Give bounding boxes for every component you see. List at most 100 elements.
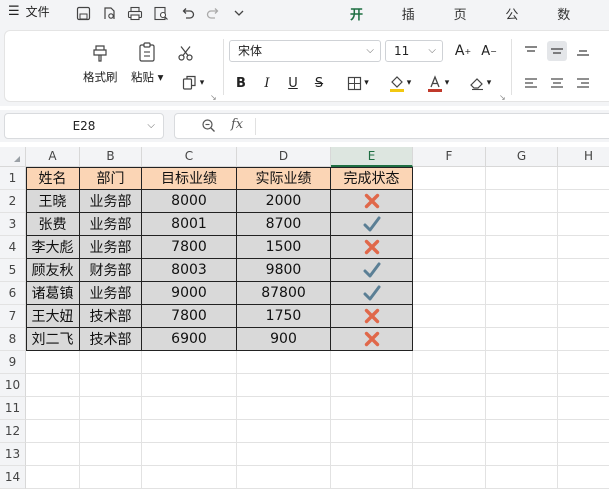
name-cell[interactable]: 李大彪 [26, 236, 80, 259]
empty-cell[interactable] [331, 443, 413, 466]
empty-cell[interactable] [558, 351, 609, 374]
empty-cell[interactable] [331, 351, 413, 374]
name-cell[interactable]: 张费 [26, 213, 80, 236]
empty-cell[interactable] [80, 397, 142, 420]
font-color-button[interactable]: ▾ [423, 73, 453, 93]
column-header-g[interactable]: G [486, 147, 558, 167]
department-cell[interactable]: 财务部 [80, 259, 142, 282]
empty-cell[interactable] [142, 443, 237, 466]
align-top-icon[interactable] [521, 41, 541, 61]
empty-cell[interactable] [26, 397, 80, 420]
bold-button[interactable]: B [231, 73, 251, 93]
status-cell[interactable] [331, 236, 413, 259]
redo-icon[interactable] [204, 4, 222, 22]
empty-cell[interactable] [80, 466, 142, 489]
empty-cell[interactable] [413, 374, 486, 397]
department-cell[interactable]: 业务部 [80, 282, 142, 305]
empty-cell[interactable] [486, 351, 558, 374]
empty-cell[interactable] [26, 443, 80, 466]
empty-cell[interactable] [142, 374, 237, 397]
insert-function-icon[interactable]: fx [231, 117, 243, 132]
department-cell[interactable]: 技术部 [80, 305, 142, 328]
empty-cell[interactable] [558, 328, 609, 351]
empty-cell[interactable] [413, 420, 486, 443]
empty-cell[interactable] [558, 305, 609, 328]
empty-cell[interactable] [413, 443, 486, 466]
status-cell[interactable] [331, 282, 413, 305]
empty-cell[interactable] [558, 397, 609, 420]
empty-cell[interactable] [413, 259, 486, 282]
row-header-8[interactable]: 8 [0, 328, 26, 351]
name-box[interactable]: E28 ⌵ [4, 113, 164, 139]
empty-cell[interactable] [558, 282, 609, 305]
empty-cell[interactable] [237, 466, 331, 489]
empty-cell[interactable] [26, 351, 80, 374]
department-cell[interactable]: 业务部 [80, 190, 142, 213]
empty-cell[interactable] [558, 236, 609, 259]
table-header-cell[interactable]: 目标业绩 [142, 167, 237, 190]
empty-cell[interactable] [331, 397, 413, 420]
align-left-icon[interactable] [521, 73, 541, 93]
empty-cell[interactable] [486, 282, 558, 305]
empty-cell[interactable] [413, 190, 486, 213]
font-size-select[interactable]: 11 ⌵ [385, 40, 443, 62]
copy-button[interactable]: ▾ [177, 73, 209, 93]
format-painter-button[interactable]: 格式刷 [83, 41, 118, 85]
status-cell[interactable] [331, 305, 413, 328]
increase-font-size-icon[interactable]: A + [453, 41, 473, 61]
italic-button[interactable]: I [257, 73, 277, 93]
empty-cell[interactable] [331, 374, 413, 397]
file-menu[interactable]: ☰ 文件 [8, 3, 50, 20]
name-cell[interactable]: 刘二飞 [26, 328, 80, 351]
status-cell[interactable] [331, 328, 413, 351]
name-cell[interactable]: 顾友秋 [26, 259, 80, 282]
empty-cell[interactable] [26, 374, 80, 397]
empty-cell[interactable] [413, 328, 486, 351]
empty-cell[interactable] [413, 397, 486, 420]
target-cell[interactable]: 8003 [142, 259, 237, 282]
strikethrough-button[interactable]: S [309, 73, 329, 93]
row-header-7[interactable]: 7 [0, 305, 26, 328]
empty-cell[interactable] [558, 167, 609, 190]
table-header-cell[interactable]: 实际业绩 [237, 167, 331, 190]
row-header-2[interactable]: 2 [0, 190, 26, 213]
print-icon[interactable] [126, 4, 144, 22]
table-header-cell[interactable]: 姓名 [26, 167, 80, 190]
zoom-formula-icon[interactable] [201, 118, 216, 137]
borders-button[interactable]: ▾ [343, 73, 373, 93]
column-header-f[interactable]: F [413, 147, 486, 167]
empty-cell[interactable] [486, 236, 558, 259]
empty-cell[interactable] [237, 420, 331, 443]
quick-access-chevron-icon[interactable] [230, 4, 248, 22]
name-cell[interactable]: 王大妞 [26, 305, 80, 328]
align-bottom-icon[interactable] [573, 41, 593, 61]
empty-cell[interactable] [558, 259, 609, 282]
empty-cell[interactable] [486, 190, 558, 213]
empty-cell[interactable] [413, 305, 486, 328]
clear-format-button[interactable]: ▾ [465, 73, 495, 93]
empty-cell[interactable] [80, 374, 142, 397]
department-cell[interactable]: 技术部 [80, 328, 142, 351]
align-middle-icon[interactable] [547, 41, 567, 61]
empty-cell[interactable] [142, 466, 237, 489]
row-header-3[interactable]: 3 [0, 213, 26, 236]
column-header-e[interactable]: E [331, 147, 413, 167]
target-cell[interactable]: 6900 [142, 328, 237, 351]
target-cell[interactable]: 7800 [142, 236, 237, 259]
empty-cell[interactable] [558, 374, 609, 397]
empty-cell[interactable] [486, 213, 558, 236]
actual-cell[interactable]: 87800 [237, 282, 331, 305]
name-cell[interactable]: 诸葛镇 [26, 282, 80, 305]
empty-cell[interactable] [558, 190, 609, 213]
actual-cell[interactable]: 8700 [237, 213, 331, 236]
font-name-select[interactable]: 宋体 ⌵ [229, 40, 381, 62]
empty-cell[interactable] [80, 443, 142, 466]
empty-cell[interactable] [486, 443, 558, 466]
empty-cell[interactable] [486, 259, 558, 282]
target-cell[interactable]: 8001 [142, 213, 237, 236]
column-header-b[interactable]: B [80, 147, 142, 167]
empty-cell[interactable] [80, 420, 142, 443]
column-header-h[interactable]: H [558, 147, 609, 167]
row-header-9[interactable]: 9 [0, 351, 26, 374]
paste-button[interactable]: 粘贴 ▾ [131, 41, 163, 85]
